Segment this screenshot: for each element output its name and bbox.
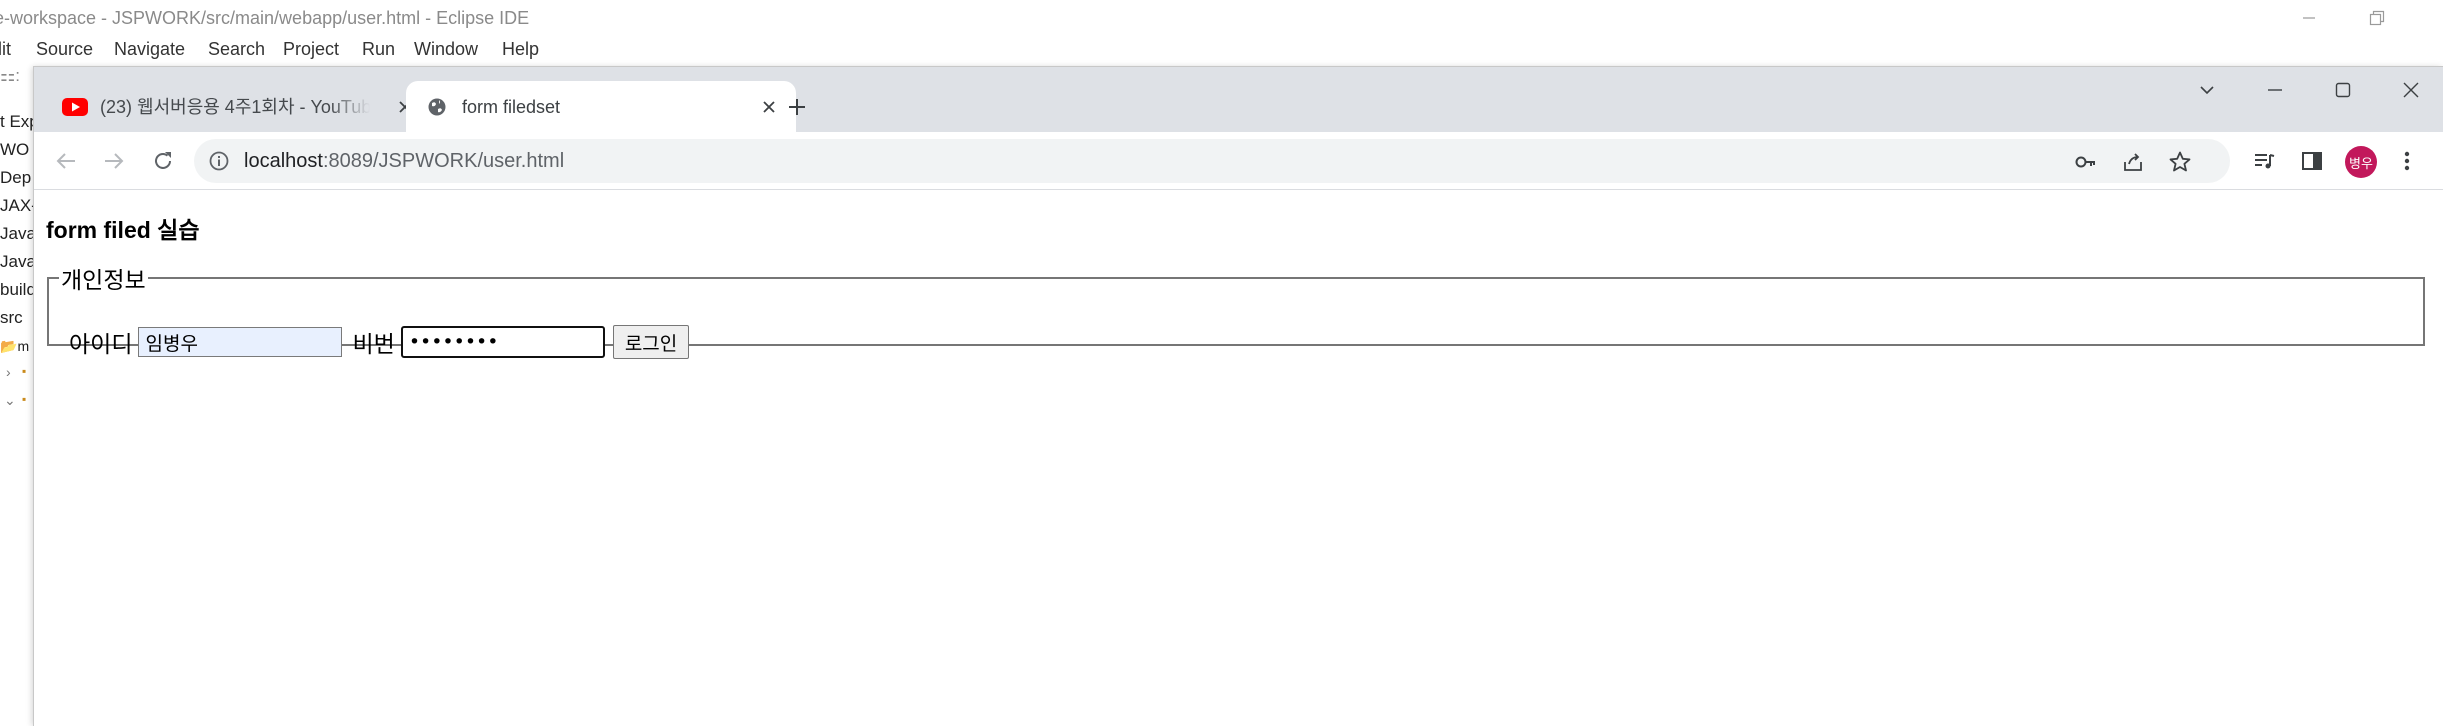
explorer-row[interactable]: WO (0, 140, 29, 160)
url-host: localhost (244, 150, 323, 172)
share-icon[interactable] (2120, 149, 2146, 175)
explorer-row[interactable]: build (0, 280, 34, 300)
eclipse-menubar: lit Source Navigate Search Project Run W… (0, 36, 2443, 66)
explorer-row-label: m (17, 338, 30, 354)
arrow-left-icon (56, 153, 75, 169)
tab-search-button[interactable] (2173, 67, 2241, 113)
key-icon[interactable] (2073, 149, 2099, 175)
eclipse-restore-button[interactable] (2341, 0, 2413, 36)
tab-strip: (23) 웹서버응용 4주1회차 - YouTube form filedset (34, 67, 2443, 132)
login-form-row: 아이디 비번 로그인 (69, 325, 690, 359)
eclipse-project-explorer: ⚏: t Exp WO Dep JAX- Java Java build src… (0, 66, 34, 726)
toolbar-icons: ⚏: (0, 66, 20, 85)
explorer-row[interactable]: t Exp (0, 112, 34, 132)
fieldset-legend: 개인정보 (61, 267, 146, 293)
tab-title: (23) 웹서버응용 4주1회차 - YouTube (100, 97, 370, 117)
restore-icon (2369, 10, 2385, 26)
menu-edit[interactable]: lit (0, 39, 11, 60)
password-label: 비번 (352, 331, 395, 357)
reading-list-icon[interactable] (2248, 145, 2280, 177)
close-window-button[interactable] (2377, 67, 2443, 113)
profile-avatar[interactable]: 병우 (2345, 146, 2377, 178)
eclipse-title-bar: e-workspace - JSPWORK/src/main/webapp/us… (0, 0, 2443, 36)
address-bar[interactable]: localhost:8089/JSPWORK/user.html (194, 139, 2230, 183)
menu-window[interactable]: Window (414, 39, 478, 60)
forward-button[interactable] (98, 145, 130, 177)
new-tab-button[interactable] (779, 89, 815, 125)
minimize-window-button[interactable] (2241, 67, 2309, 113)
star-icon[interactable] (2167, 149, 2193, 175)
package-icon: ▪ (22, 392, 27, 406)
browser-toolbar: localhost:8089/JSPWORK/user.html 병우 (34, 132, 2443, 190)
menu-run[interactable]: Run (362, 39, 395, 60)
eclipse-minimize-button[interactable] (2273, 0, 2345, 36)
password-input[interactable] (400, 326, 605, 358)
explorer-row[interactable]: Dep (0, 168, 31, 188)
close-icon (2403, 82, 2419, 98)
minimize-icon (2303, 17, 2315, 19)
info-icon[interactable] (208, 150, 230, 172)
menu-project[interactable]: Project (283, 39, 339, 60)
menu-help[interactable]: Help (502, 39, 539, 60)
menu-navigate[interactable]: Navigate (114, 39, 185, 60)
chevron-right-icon[interactable]: › (6, 364, 11, 380)
tab-youtube[interactable]: (23) 웹서버응용 4주1회차 - YouTube (44, 81, 432, 132)
menu-search[interactable]: Search (208, 39, 265, 60)
chrome-window: (23) 웹서버응용 4주1회차 - YouTube form filedset (34, 67, 2443, 726)
explorer-row[interactable]: Java (0, 224, 34, 244)
kebab-menu-icon[interactable] (2391, 145, 2423, 177)
plus-icon (789, 99, 805, 115)
url-text[interactable]: localhost:8089/JSPWORK/user.html (244, 139, 564, 183)
page-heading: form filed 실습 (46, 217, 200, 243)
eclipse-window-title: e-workspace - JSPWORK/src/main/webapp/us… (0, 8, 530, 28)
package-icon: ▪ (22, 364, 27, 378)
youtube-icon (62, 94, 88, 120)
chevron-down-icon (2200, 86, 2214, 95)
personal-info-fieldset: 개인정보 아이디 비번 로그인 (47, 261, 2425, 359)
globe-icon (424, 94, 450, 120)
page-content: form filed 실습 개인정보 아이디 비번 로그인 (34, 191, 2443, 726)
maximize-window-button[interactable] (2309, 67, 2377, 113)
tab-form-filedset[interactable]: form filedset (406, 81, 796, 132)
minimize-icon (2268, 89, 2282, 91)
arrow-right-icon (105, 153, 124, 169)
menu-source[interactable]: Source (36, 39, 93, 60)
explorer-row[interactable]: src (0, 308, 23, 328)
id-label: 아이디 (69, 331, 133, 357)
folder-icon: 📂 (0, 338, 18, 354)
reload-icon (155, 152, 171, 169)
explorer-row[interactable]: 📂m (0, 338, 29, 355)
tab-title: form filedset (462, 97, 561, 117)
chevron-down-icon[interactable]: ⌄ (4, 392, 16, 409)
id-input[interactable] (138, 327, 343, 357)
reload-button[interactable] (147, 145, 179, 177)
side-panel-icon[interactable] (2296, 145, 2328, 177)
explorer-row[interactable]: Java (0, 252, 34, 272)
login-button[interactable]: 로그인 (612, 325, 690, 359)
url-path: :8089/JSPWORK/user.html (322, 150, 565, 172)
explorer-row[interactable]: JAX- (0, 196, 34, 216)
maximize-icon (2335, 82, 2351, 98)
back-button[interactable] (50, 145, 82, 177)
